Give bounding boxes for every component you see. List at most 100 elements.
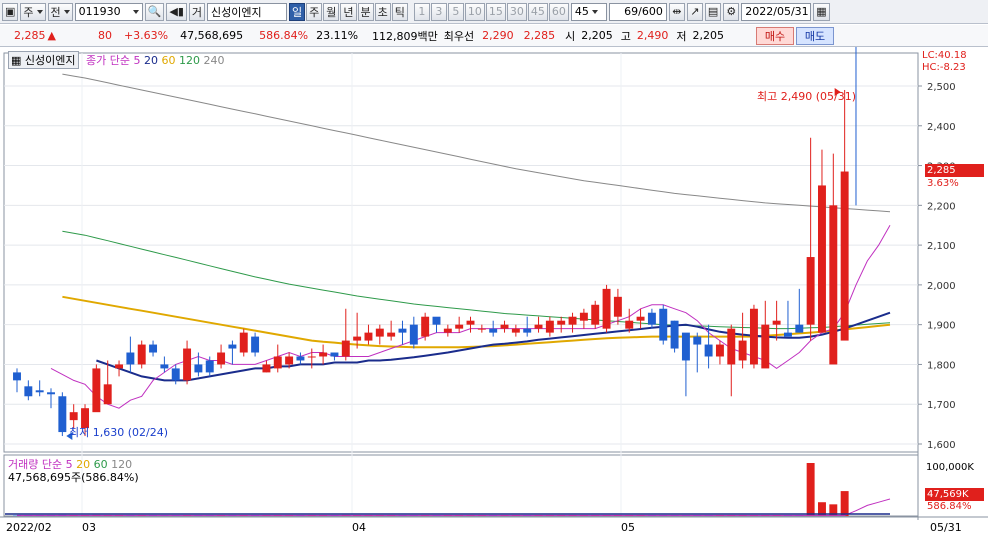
- price-panel-frame: [3, 52, 919, 453]
- price-tick-label: 1,900: [927, 321, 956, 332]
- candle-body: [795, 324, 804, 333]
- candle-body: [387, 332, 396, 337]
- draw-icon[interactable]: ↗: [686, 2, 703, 21]
- candle-body: [217, 352, 226, 365]
- price-tick-label: 1,700: [927, 400, 956, 411]
- best-bid: 2,285: [523, 29, 556, 42]
- interval-tab-1[interactable]: 1: [413, 2, 430, 21]
- interval-tab-45[interactable]: 45: [527, 2, 548, 21]
- candle-body: [749, 308, 758, 365]
- trade-amount: 112,809백만: [372, 29, 438, 43]
- price-tick-label: 2,000: [927, 281, 956, 292]
- stock-name-field: 신성이엔지: [207, 2, 287, 21]
- period-tab-0[interactable]: 일: [289, 2, 306, 21]
- date-field[interactable]: 2022/05/31: [741, 2, 812, 21]
- volume-desc: 47,568,695주(586.84%): [8, 471, 139, 484]
- candle-body: [103, 384, 112, 405]
- ma60-legend: 60: [161, 54, 176, 67]
- candle-body: [738, 340, 747, 361]
- chart-menu-icon[interactable]: ▦: [11, 54, 21, 67]
- candle-body: [24, 386, 33, 397]
- period-tab-2[interactable]: 월: [323, 2, 340, 21]
- chart-type-button[interactable]: 거: [188, 2, 205, 21]
- settings-icon[interactable]: ⚙: [723, 2, 740, 21]
- market-select[interactable]: 주: [20, 2, 46, 21]
- lc-value: LC:40.18: [922, 50, 967, 61]
- candle-body: [398, 328, 407, 333]
- x-label-apr: 04: [352, 521, 366, 534]
- candle-body: [341, 340, 350, 357]
- x-label-feb: 2022/02: [6, 521, 52, 534]
- price-tick-label: 1,600: [927, 440, 956, 451]
- interval-tab-60[interactable]: 60: [548, 2, 569, 21]
- candle-body: [47, 392, 55, 395]
- save-icon[interactable]: ▤: [704, 2, 722, 21]
- interval-input[interactable]: 45: [570, 2, 607, 21]
- low-label: 저: [676, 29, 687, 43]
- interval-tabs: 1 3 5 10 15 30 45 60: [413, 2, 569, 21]
- candle-body: [183, 348, 192, 381]
- low-value: 2,205: [692, 29, 725, 42]
- candle-body: [13, 372, 21, 381]
- candle-body: [421, 316, 430, 337]
- toolbar: ▣ 주 전 011930 🔍 ◀▮ 거 신성이엔지 일주월년분초틱 1 3 5 10 1…: [0, 0, 988, 24]
- high-value: 2,490: [636, 29, 669, 42]
- candle-body: [115, 364, 124, 369]
- period-tab-5[interactable]: 초: [374, 2, 391, 21]
- candle-body: [557, 320, 566, 325]
- candle-body: [296, 356, 305, 361]
- volume-bar: [840, 491, 849, 516]
- current-price: 2,285: [14, 29, 46, 42]
- volume-panel-frame: [3, 454, 919, 517]
- interval-tab-3[interactable]: 3: [430, 2, 447, 21]
- high-annotation: 최고 2,490 (05/31): [757, 90, 857, 103]
- candle-body: [149, 344, 158, 353]
- candle-body: [681, 332, 690, 361]
- candle-body: [704, 344, 713, 357]
- candle-body: [137, 344, 146, 365]
- candle-body: [160, 364, 169, 369]
- x-label-may: 05: [621, 521, 635, 534]
- best-ask-label: 최우선: [443, 29, 475, 43]
- interval-tab-5[interactable]: 5: [447, 2, 464, 21]
- candle-body: [353, 336, 362, 341]
- candle-body: [489, 328, 498, 333]
- candle-body: [613, 296, 622, 317]
- interval-tab-15[interactable]: 15: [485, 2, 506, 21]
- bar-count-field[interactable]: 69/600: [608, 2, 667, 21]
- type-select[interactable]: 전: [47, 2, 73, 21]
- volume-value: 47,568,695: [180, 29, 244, 42]
- stock-chart[interactable]: 2,5002,4002,3002,2002,1002,0001,9001,800…: [0, 47, 988, 538]
- candle-body: [194, 364, 203, 373]
- interval-tab-30[interactable]: 30: [506, 2, 527, 21]
- candle-body: [69, 412, 78, 421]
- candle-body: [58, 396, 67, 433]
- candle-body: [409, 324, 418, 345]
- candle-body: [251, 336, 260, 353]
- candle-body: [307, 356, 316, 358]
- candle-body: [228, 344, 237, 349]
- volume-ratio: 586.84%: [259, 29, 309, 42]
- layout-icon[interactable]: ▣: [2, 2, 19, 21]
- candle-body: [285, 356, 294, 365]
- interval-tab-10[interactable]: 10: [464, 2, 485, 21]
- candle-body: [636, 316, 645, 321]
- stock-code-input[interactable]: 011930: [74, 2, 143, 21]
- scroll-icon[interactable]: ⇹: [668, 2, 685, 21]
- candle-body: [262, 364, 271, 373]
- period-tab-1[interactable]: 주: [306, 2, 323, 21]
- speaker-icon[interactable]: ◀▮: [166, 2, 187, 21]
- period-tab-3[interactable]: 년: [340, 2, 357, 21]
- candle-body: [818, 185, 826, 333]
- calendar-icon[interactable]: ▦: [813, 2, 830, 21]
- period-tab-6[interactable]: 틱: [391, 2, 408, 21]
- volume-y-tick: 100,000K: [926, 462, 974, 473]
- period-tab-4[interactable]: 분: [357, 2, 374, 21]
- candle-body: [455, 324, 464, 329]
- buy-button[interactable]: 매수: [756, 27, 794, 45]
- candle-body: [35, 390, 44, 393]
- x-label-mar: 03: [82, 521, 96, 534]
- search-icon[interactable]: 🔍: [144, 2, 165, 21]
- sell-button[interactable]: 매도: [796, 27, 834, 45]
- candle-body: [783, 332, 792, 337]
